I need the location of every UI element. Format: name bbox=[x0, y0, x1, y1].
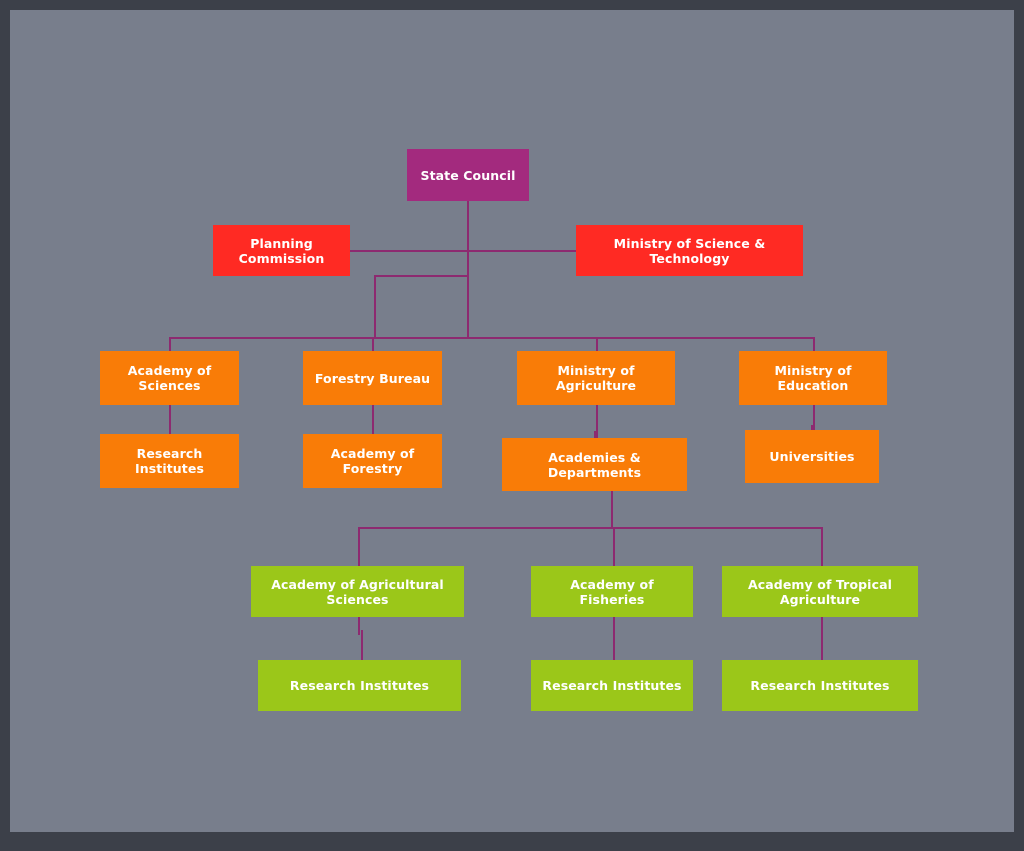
node-planning-commission[interactable]: Planning Commission bbox=[213, 225, 350, 276]
node-label-academy-of-sciences: Academy of Sciences bbox=[127, 363, 212, 393]
node-label-academies-departments: Academies & Departments bbox=[547, 449, 642, 480]
node-ministry-education[interactable]: Ministry of Education bbox=[739, 351, 887, 405]
node-label-academy-agri-sciences: Academy of Agricultural Sciences bbox=[271, 576, 444, 607]
node-research-institutes-4[interactable]: Research Institutes bbox=[722, 660, 918, 711]
node-label-forestry-bureau: Forestry Bureau bbox=[314, 370, 431, 386]
node-universities[interactable]: Universities bbox=[745, 430, 879, 483]
node-label-research-institutes-3: Research Institutes bbox=[542, 678, 682, 693]
node-label-academy-tropical-agri: Academy of Tropical Agriculture bbox=[747, 576, 892, 607]
node-label-academy-of-forestry: Academy of Forestry bbox=[330, 446, 415, 476]
node-research-institutes-1[interactable]: Research Institutes bbox=[100, 434, 239, 488]
node-label-ministry-education: Ministry of Education bbox=[774, 363, 852, 393]
node-ministry-science-tech[interactable]: Ministry of Science & Technology bbox=[576, 225, 803, 276]
org-chart-canvas: State Council Planning Commission Ministry… bbox=[10, 10, 1014, 832]
connector-branch-left-stub bbox=[374, 275, 468, 277]
node-label-research-institutes-2: Research Institutes bbox=[289, 678, 430, 693]
node-academy-of-sciences[interactable]: Academy of Sciences bbox=[100, 351, 239, 405]
node-academies-departments[interactable]: Academies & Departments bbox=[502, 438, 687, 491]
node-label-ministry-agriculture: Ministry of Agriculture bbox=[555, 363, 637, 393]
connector-stem-academies-down bbox=[611, 491, 613, 528]
node-label-universities: Universities bbox=[769, 449, 855, 464]
connector-tier1-crossbar bbox=[350, 250, 576, 252]
node-state-council[interactable]: State Council bbox=[407, 149, 529, 201]
node-label-research-institutes-1: Research Institutes bbox=[134, 446, 205, 476]
connector-tier2-distribution bbox=[170, 337, 814, 339]
screenshot-frame: State Council Planning Commission Ministry… bbox=[0, 0, 1024, 851]
connector-tier3-distribution bbox=[358, 527, 822, 529]
node-label-state-council: State Council bbox=[420, 167, 516, 183]
node-research-institutes-2[interactable]: Research Institutes bbox=[258, 660, 461, 711]
node-academy-tropical-agri[interactable]: Academy of Tropical Agriculture bbox=[722, 566, 918, 617]
connector-drop-agri-sci-jog bbox=[361, 630, 363, 662]
node-academy-agri-sciences[interactable]: Academy of Agricultural Sciences bbox=[251, 566, 464, 617]
node-academy-fisheries[interactable]: Academy of Fisheries bbox=[531, 566, 693, 617]
node-forestry-bureau[interactable]: Forestry Bureau bbox=[303, 351, 442, 405]
node-label-planning-commission: Planning Commission bbox=[238, 235, 325, 266]
connector-branch-left-drop bbox=[374, 275, 376, 338]
node-label-ministry-science-tech: Ministry of Science & Technology bbox=[613, 235, 766, 266]
node-label-research-institutes-4: Research Institutes bbox=[750, 678, 890, 693]
node-research-institutes-3[interactable]: Research Institutes bbox=[531, 660, 693, 711]
node-ministry-agriculture[interactable]: Ministry of Agriculture bbox=[517, 351, 675, 405]
node-academy-of-forestry[interactable]: Academy of Forestry bbox=[303, 434, 442, 488]
node-label-academy-fisheries: Academy of Fisheries bbox=[570, 576, 654, 607]
connector-root-stem bbox=[467, 201, 469, 338]
